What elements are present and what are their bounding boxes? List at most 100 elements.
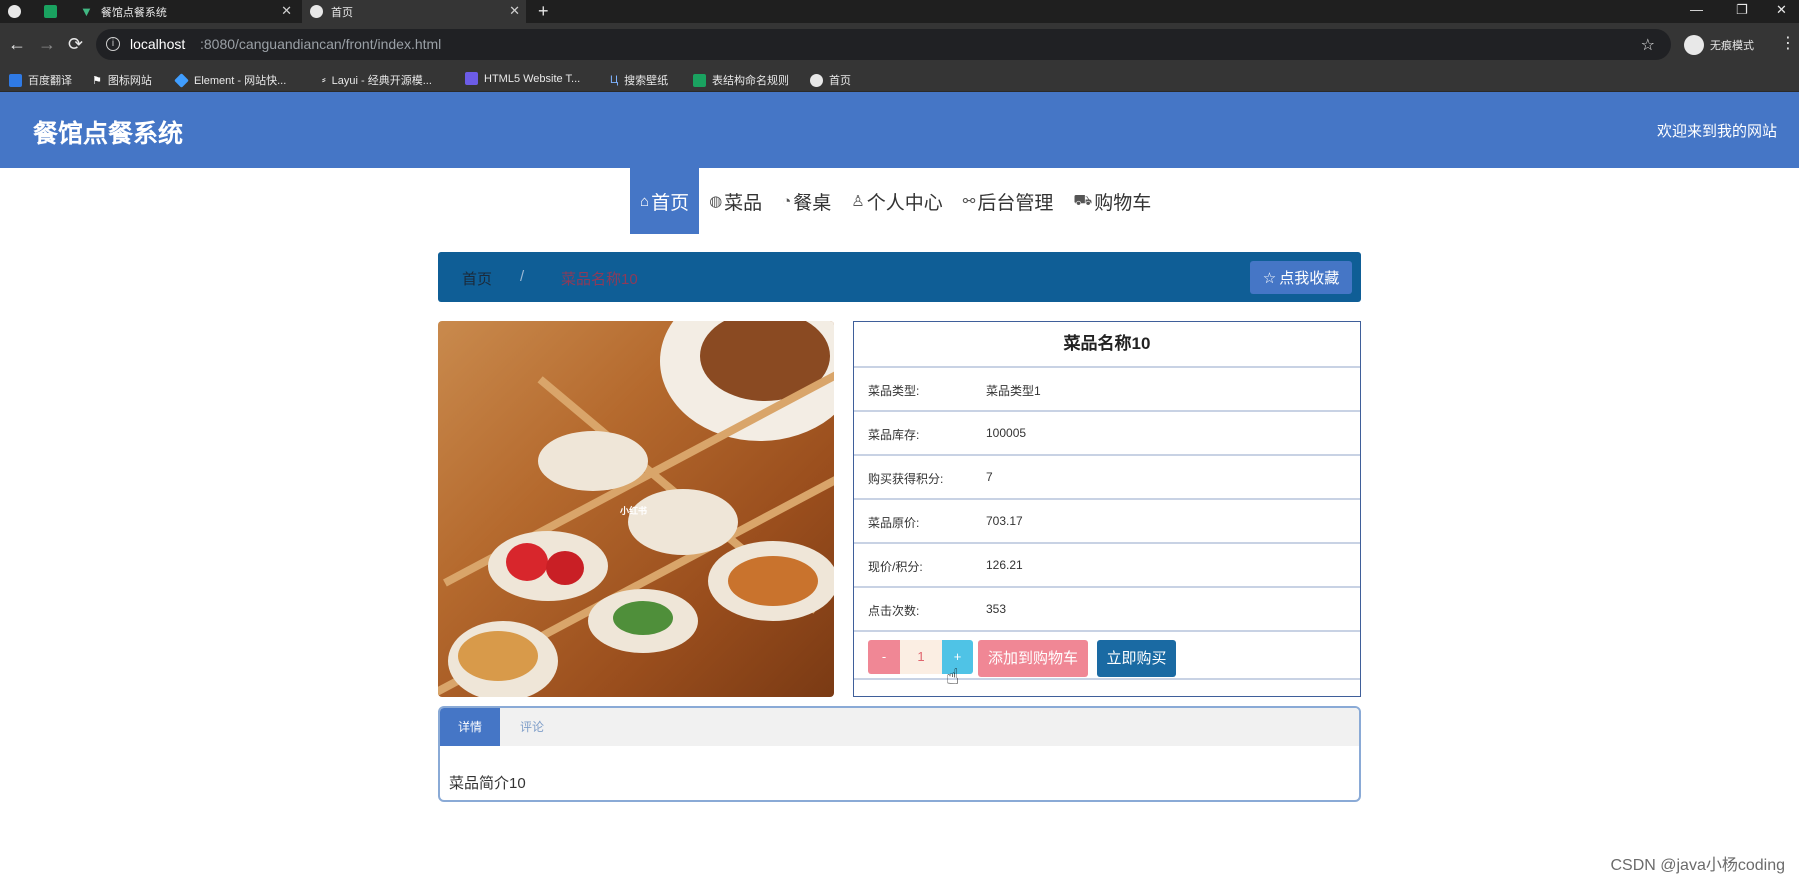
breadcrumb: 首页 / 菜品名称10 ☆ 点我收藏 xyxy=(438,252,1361,302)
nav-item-admin[interactable]: ⚯ 后台管理 xyxy=(953,168,1064,234)
greens-shape xyxy=(613,601,673,635)
info-value: 100005 xyxy=(986,426,1027,440)
quantity-input[interactable] xyxy=(900,640,942,674)
bookmark-label: 搜索壁纸 xyxy=(624,75,669,87)
close-window-icon[interactable]: ✕ xyxy=(1776,2,1787,18)
info-row: 现价/积分: 126.21 xyxy=(854,542,1360,586)
link-icon: ⚯ xyxy=(962,193,976,210)
layui-icon: ⸗ xyxy=(322,74,326,86)
favorite-button[interactable]: ☆ 点我收藏 xyxy=(1250,261,1352,294)
add-to-cart-button[interactable]: 添加到购物车 xyxy=(978,640,1088,677)
incognito-icon xyxy=(1684,35,1704,55)
close-icon[interactable]: ✕ xyxy=(509,3,520,19)
bookmark-label: HTML5 Website T... xyxy=(484,72,581,85)
url-input[interactable]: i localhost :8080/canguandiancan/front/i… xyxy=(96,29,1671,60)
hand-cursor-icon: ☝ xyxy=(946,664,960,689)
globe-icon xyxy=(310,5,323,18)
info-row: 购买获得积分: 7 xyxy=(854,454,1360,498)
quantity-decrease-button[interactable]: - xyxy=(868,640,900,674)
main-nav: ⌂ 首页 ◍ 菜品 ◔ 餐桌 ♙ 个人中心 ⚯ 后台管理 ⛟ 购物车 xyxy=(630,168,1161,234)
bookmark-item[interactable]: 表结构命名规则 xyxy=(693,72,789,88)
info-key: 菜品库存: xyxy=(868,428,920,442)
favorite-label: 点我收藏 xyxy=(1279,270,1340,287)
detail-panel: 详情 评论 菜品简介10 xyxy=(438,706,1361,802)
address-bar-row: ← → ⟳ i localhost :8080/canguandiancan/f… xyxy=(0,23,1799,67)
nav-item-home[interactable]: ⌂ 首页 xyxy=(630,168,700,234)
browser-tab-label: 首页 xyxy=(331,6,353,19)
browser-tab-strip: ▼ 餐馆点餐系统 ✕ 首页 ✕ + — ❐ ✕ xyxy=(0,0,1799,23)
bookmark-item[interactable]: Ц 搜索壁纸 xyxy=(610,72,668,88)
bookmark-item[interactable]: HTML5 Website T... xyxy=(465,72,580,85)
bookmark-star-icon[interactable]: ☆ xyxy=(1641,35,1655,55)
translate-icon xyxy=(9,73,22,87)
browser-tab-3[interactable]: ▼ 餐馆点餐系统 ✕ xyxy=(80,0,298,23)
new-tab-button[interactable]: + xyxy=(538,1,549,21)
cart-icon: ⛟ xyxy=(1073,191,1093,209)
element-icon xyxy=(174,72,189,88)
nav-item-tables[interactable]: ◔ 餐桌 xyxy=(772,168,841,234)
back-arrow-icon[interactable]: ← xyxy=(8,35,26,53)
site-info-icon[interactable]: i xyxy=(106,37,120,51)
incognito-indicator[interactable]: 无痕模式 xyxy=(1684,35,1754,55)
user-icon: ♙ xyxy=(851,193,865,210)
fried-food-shape xyxy=(458,631,538,681)
plate-shape xyxy=(628,489,738,555)
info-row: 菜品库存: 100005 xyxy=(854,410,1360,454)
bookmark-item[interactable]: ⸗ Layui - 经典开源模... xyxy=(322,72,432,88)
info-row: 菜品类型: 菜品类型1 xyxy=(854,366,1360,410)
restore-icon[interactable]: ❐ xyxy=(1736,2,1748,18)
fried-food-shape xyxy=(728,556,818,606)
breadcrumb-current: 菜品名称10 xyxy=(561,271,638,288)
tomato-shape xyxy=(546,551,584,585)
plate-shape xyxy=(538,431,648,491)
reload-icon[interactable]: ⟳ xyxy=(68,35,83,53)
nav-label: 首页 xyxy=(651,192,690,214)
info-value: 7 xyxy=(986,470,993,484)
globe-icon xyxy=(8,5,21,18)
info-value: 126.21 xyxy=(986,558,1023,572)
detail-tab-bar: 详情 评论 xyxy=(440,708,1359,746)
product-info-panel: 菜品名称10 菜品类型: 菜品类型1 菜品库存: 100005 购买获得积分: … xyxy=(853,321,1361,697)
nav-label: 购物车 xyxy=(1094,192,1152,214)
bookmark-item[interactable]: Element - 网站快... xyxy=(174,72,287,88)
browser-tab-1[interactable] xyxy=(8,0,32,23)
bookmark-item[interactable]: 首页 xyxy=(810,72,851,88)
spreadsheet-icon xyxy=(44,5,57,18)
vue-icon: ▼ xyxy=(80,4,93,19)
browser-tab-label: 餐馆点餐系统 xyxy=(100,6,167,19)
bookmark-label: 百度翻译 xyxy=(28,75,72,87)
bookmark-item[interactable]: 百度翻译 xyxy=(9,72,72,88)
close-icon[interactable]: ✕ xyxy=(281,3,292,19)
forward-arrow-icon[interactable]: → xyxy=(38,35,56,53)
watermark: CSDN @java小杨coding xyxy=(1610,857,1785,874)
tomato-shape xyxy=(506,543,548,581)
welcome-text: 欢迎来到我的网站 xyxy=(1656,123,1777,140)
breadcrumb-home[interactable]: 首页 xyxy=(462,268,492,289)
purchase-row: - + 添加到购物车 立即购买 xyxy=(854,630,1360,680)
bookmark-label: 首页 xyxy=(829,75,851,87)
palette-icon: ◔ xyxy=(782,192,792,210)
minimize-icon[interactable]: — xyxy=(1690,2,1703,17)
info-key: 购买获得积分: xyxy=(868,472,944,486)
tab-comments[interactable]: 评论 xyxy=(500,708,564,746)
info-value: 菜品类型1 xyxy=(986,384,1041,398)
info-key: 菜品类型: xyxy=(868,384,920,398)
bookmark-label: Element - 网站快... xyxy=(194,75,287,87)
detail-content: 菜品简介10 xyxy=(449,775,526,792)
tab-details[interactable]: 详情 xyxy=(440,708,500,746)
product-name: 菜品名称10 xyxy=(1063,334,1151,353)
bookmark-item[interactable]: ⚑ 图标网站 xyxy=(92,72,152,88)
browser-menu-icon[interactable]: ⋮ xyxy=(1780,33,1796,53)
nav-label: 后台管理 xyxy=(977,192,1054,214)
nav-item-profile[interactable]: ♙ 个人中心 xyxy=(841,168,952,234)
nav-item-cart[interactable]: ⛟ 购物车 xyxy=(1063,168,1161,234)
home-icon: ⌂ xyxy=(640,192,650,210)
nav-item-dishes[interactable]: ◍ 菜品 xyxy=(699,168,772,234)
info-row: 菜品原价: 703.17 xyxy=(854,498,1360,542)
browser-tab-2[interactable] xyxy=(44,0,68,23)
star-icon: ☆ xyxy=(1262,269,1277,287)
globe-icon xyxy=(810,73,823,87)
browser-tab-4[interactable]: 首页 ✕ xyxy=(302,0,526,23)
breadcrumb-separator: / xyxy=(520,268,525,285)
buy-now-button[interactable]: 立即购买 xyxy=(1097,640,1176,677)
